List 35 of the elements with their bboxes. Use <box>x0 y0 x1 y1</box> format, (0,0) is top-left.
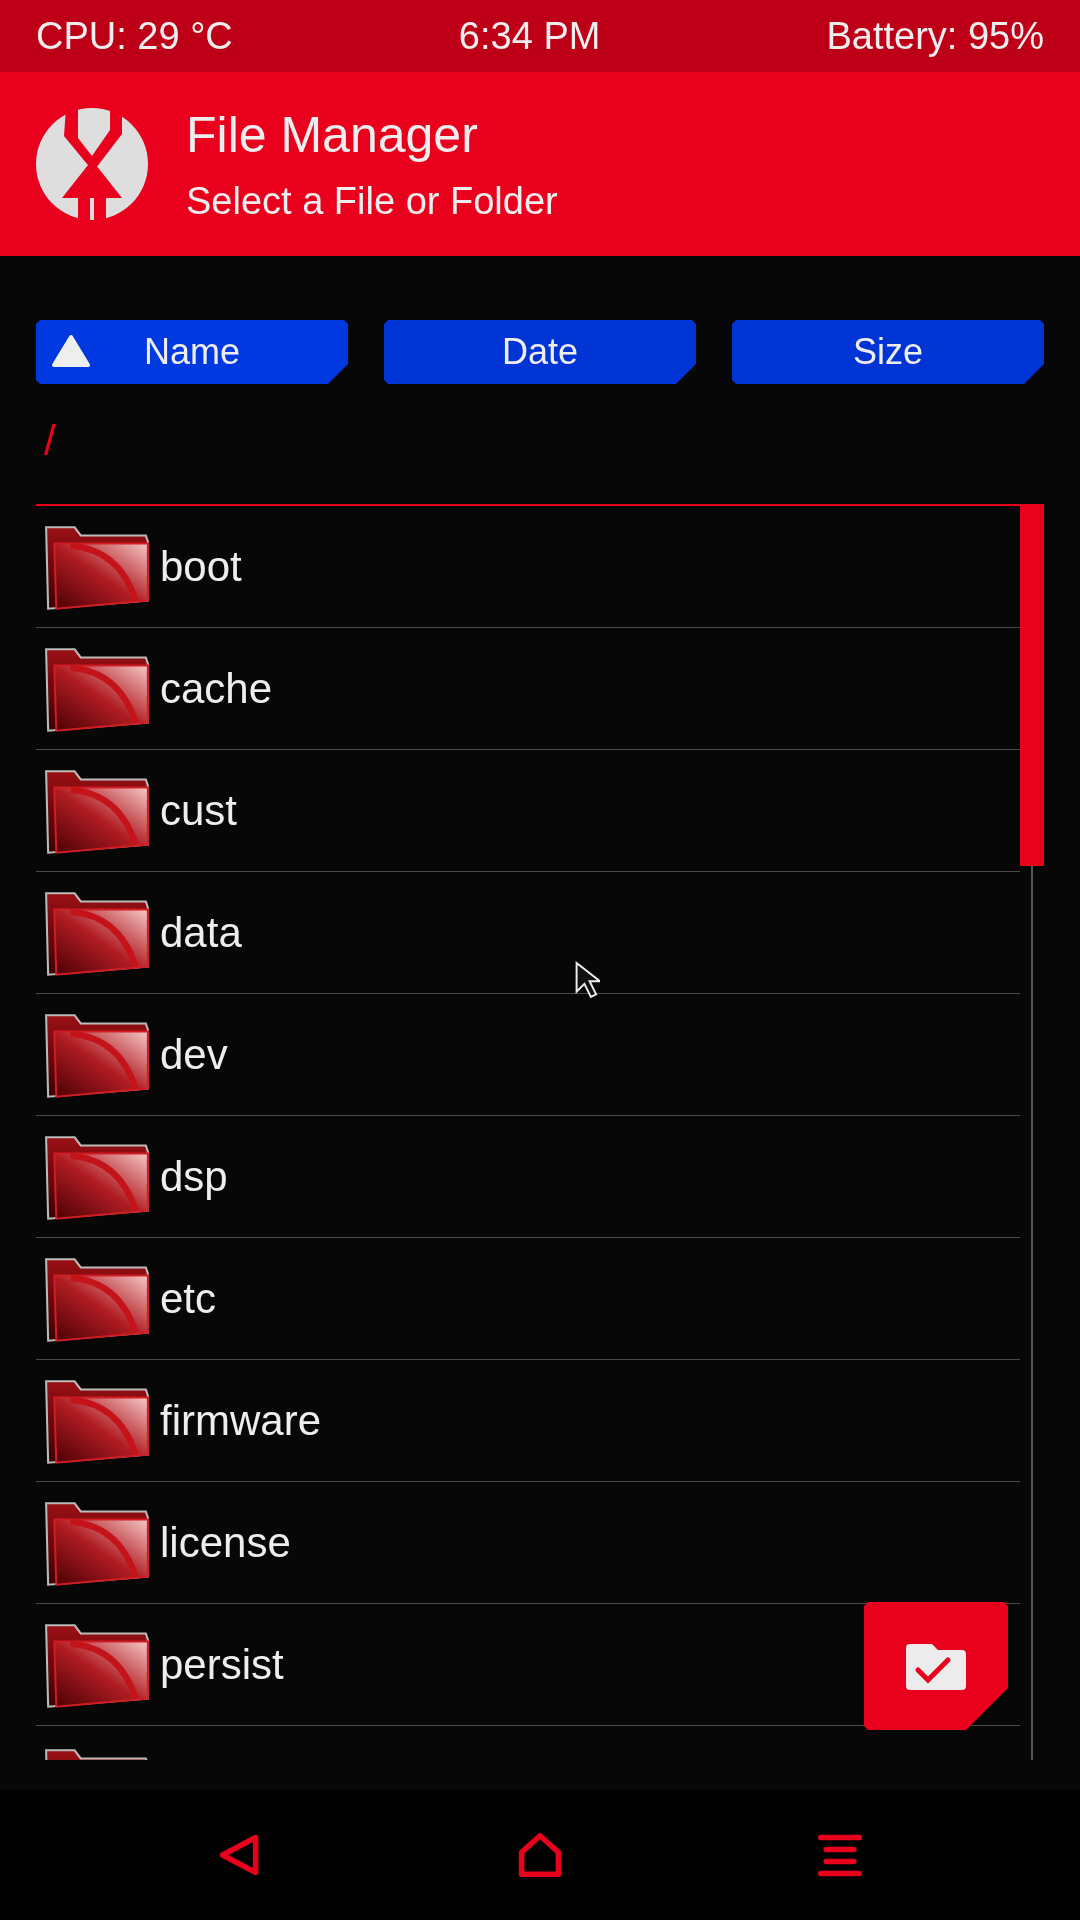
menu-icon[interactable] <box>817 1832 863 1878</box>
folder-name: data <box>160 908 242 957</box>
folder-row[interactable]: license <box>36 1482 1020 1604</box>
folder-check-icon <box>906 1642 966 1690</box>
select-folder-button[interactable] <box>864 1602 1008 1730</box>
screen-subtitle: Select a File or Folder <box>186 179 558 223</box>
folder-row[interactable]: boot <box>36 506 1020 628</box>
folder-name: cust <box>160 786 238 835</box>
sort-button[interactable]: Name <box>36 320 348 384</box>
clock: 6:34 PM <box>458 14 601 58</box>
cpu-temperature: CPU: 29 °C <box>36 14 233 58</box>
folder-name: dev <box>160 1030 228 1079</box>
folder-name: cache <box>160 664 273 713</box>
logo-icon <box>36 108 148 220</box>
folder-row[interactable]: dev <box>36 994 1020 1116</box>
sort-button[interactable]: Size <box>732 320 1044 384</box>
screen-title: File Manager <box>186 105 479 164</box>
folder-row[interactable]: dsp <box>36 1116 1020 1238</box>
home-icon[interactable] <box>517 1832 563 1878</box>
sort-button[interactable]: Date <box>384 320 696 384</box>
sort-ascending-icon <box>51 334 91 368</box>
folder-row[interactable]: cust <box>36 750 1020 872</box>
folder-name: etc <box>160 1274 217 1323</box>
folder-row[interactable]: cache <box>36 628 1020 750</box>
folder-name: license <box>160 1518 291 1567</box>
mouse-pointer-icon <box>574 960 600 1000</box>
folder-name: dsp <box>160 1152 228 1201</box>
folder-row[interactable]: etc <box>36 1238 1020 1360</box>
current-path: / <box>43 416 57 466</box>
battery-level: Battery: 95% <box>826 14 1044 58</box>
folder-row[interactable]: data <box>36 872 1020 994</box>
folder-name: persist <box>160 1640 284 1689</box>
folder-name: boot <box>160 542 242 591</box>
folder-row[interactable]: firmware <box>36 1360 1020 1482</box>
folder-name: firmware <box>160 1396 321 1445</box>
